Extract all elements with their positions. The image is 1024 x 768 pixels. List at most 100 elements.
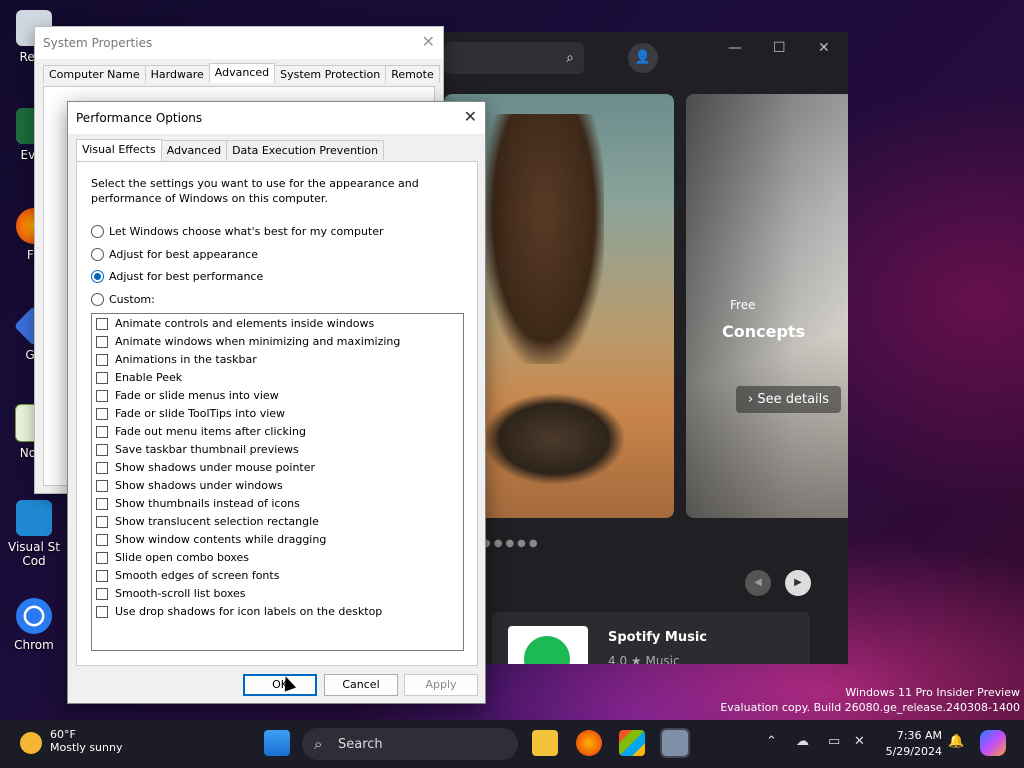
notification-bell-icon[interactable]: 🔔: [948, 734, 964, 749]
checkbox[interactable]: [96, 389, 108, 402]
effect-item[interactable]: Save taskbar thumbnail previews: [96, 443, 299, 456]
effect-item[interactable]: Show translucent selection rectangle: [96, 515, 319, 528]
hero-banner-concepts[interactable]: Free Concepts › See details: [686, 94, 848, 518]
checkbox[interactable]: [96, 479, 108, 492]
watermark-line: Windows 11 Pro Insider Preview: [845, 686, 1020, 699]
firefox-icon[interactable]: [576, 730, 602, 756]
desktop-icon-chrome[interactable]: Chrom: [4, 598, 64, 652]
spotify-logo-icon: [508, 626, 588, 664]
weather-temp: 60°F: [50, 728, 76, 741]
radio-button[interactable]: [91, 225, 104, 238]
checkbox[interactable]: [96, 497, 108, 510]
effect-label: Fade or slide menus into view: [115, 389, 279, 402]
radio-button[interactable]: [91, 248, 104, 261]
effect-item[interactable]: Smooth-scroll list boxes: [96, 587, 246, 600]
hero-title: Concepts: [722, 322, 806, 341]
checkbox[interactable]: [96, 353, 108, 366]
checkbox[interactable]: [96, 407, 108, 420]
effect-item[interactable]: Fade out menu items after clicking: [96, 425, 306, 438]
effect-item[interactable]: Show shadows under mouse pointer: [96, 461, 315, 474]
minimize-icon[interactable]: —: [728, 40, 742, 56]
maximize-icon[interactable]: ☐: [773, 40, 786, 56]
desktop-icon-vscode[interactable]: Visual St Cod: [4, 500, 64, 568]
checkbox[interactable]: [96, 371, 108, 384]
tab-system-protection[interactable]: System Protection: [274, 65, 387, 83]
see-details-button[interactable]: › See details: [736, 386, 842, 413]
effect-item[interactable]: Show window contents while dragging: [96, 533, 326, 546]
radio-button[interactable]: [91, 293, 104, 306]
cancel-button[interactable]: Cancel: [324, 674, 398, 696]
tab-remote[interactable]: Remote: [385, 65, 440, 83]
taskbar-clock[interactable]: 7:36 AM 5/29/2024: [880, 728, 942, 760]
apply-button[interactable]: Apply: [404, 674, 478, 696]
effect-item[interactable]: Fade or slide ToolTips into view: [96, 407, 285, 420]
effect-item[interactable]: Slide open combo boxes: [96, 551, 249, 564]
radio-best-appearance[interactable]: Adjust for best appearance: [91, 248, 258, 261]
clock-date: 5/29/2024: [885, 745, 942, 758]
effect-item[interactable]: Use drop shadows for icon labels on the …: [96, 605, 382, 618]
effect-label: Enable Peek: [115, 371, 183, 384]
chevron-up-icon[interactable]: ⌃: [766, 734, 777, 749]
sun-icon: [20, 732, 42, 754]
carousel-dots[interactable]: ●●●●●: [482, 538, 541, 549]
checkbox[interactable]: [96, 335, 108, 348]
carousel-next-button[interactable]: ▶: [785, 570, 811, 596]
tab-visual-effects[interactable]: Visual Effects: [76, 139, 162, 161]
volume-muted-icon[interactable]: ✕: [854, 734, 865, 749]
tab-data-execution-prevention[interactable]: Data Execution Prevention: [226, 140, 385, 160]
display-icon[interactable]: ▭: [828, 734, 840, 749]
close-icon[interactable]: ✕: [818, 40, 830, 56]
file-explorer-icon[interactable]: [532, 730, 558, 756]
tab-advanced[interactable]: Advanced: [208, 63, 276, 83]
effect-label: Use drop shadows for icon labels on the …: [115, 605, 383, 618]
checkbox[interactable]: [96, 515, 108, 528]
title-bar[interactable]: Performance Options ✕: [68, 102, 485, 134]
window-title: System Properties: [43, 36, 153, 50]
taskbar-search-box[interactable]: ⌕ Search: [302, 728, 518, 760]
checkbox[interactable]: [96, 569, 108, 582]
checkbox[interactable]: [96, 587, 108, 600]
app-card-spotify[interactable]: Spotify Music 4.0 ★ Music: [492, 612, 810, 664]
store-search-box[interactable]: ⌕: [444, 42, 584, 74]
checkbox[interactable]: [96, 317, 108, 330]
close-icon[interactable]: ✕: [464, 107, 477, 126]
effect-item[interactable]: Animations in the taskbar: [96, 353, 257, 366]
close-icon[interactable]: ✕: [422, 32, 435, 51]
weather-desc: Mostly sunny: [50, 741, 123, 754]
effect-item[interactable]: Smooth edges of screen fonts: [96, 569, 279, 582]
effect-item[interactable]: Show thumbnails instead of icons: [96, 497, 300, 510]
radio-best-performance[interactable]: Adjust for best performance: [91, 270, 263, 283]
carousel-prev-button[interactable]: ◀: [745, 570, 771, 596]
effect-label: Show translucent selection rectangle: [115, 515, 319, 528]
radio-label: Custom:: [109, 293, 155, 306]
radio-button-selected[interactable]: [91, 270, 104, 283]
copilot-icon[interactable]: [980, 730, 1006, 756]
system-properties-taskbar-icon[interactable]: [660, 728, 690, 758]
checkbox[interactable]: [96, 461, 108, 474]
account-avatar-icon[interactable]: 👤: [628, 43, 658, 73]
hero-character-art: [484, 114, 604, 364]
visual-effects-list[interactable]: Animate controls and elements inside win…: [91, 313, 464, 651]
effect-item[interactable]: Enable Peek: [96, 371, 182, 384]
effect-label: Show shadows under windows: [115, 479, 283, 492]
checkbox[interactable]: [96, 443, 108, 456]
effect-item[interactable]: Animate windows when minimizing and maxi…: [96, 335, 400, 348]
checkbox[interactable]: [96, 605, 108, 618]
effect-item[interactable]: Show shadows under windows: [96, 479, 283, 492]
effect-item[interactable]: Animate controls and elements inside win…: [96, 317, 374, 330]
checkbox[interactable]: [96, 425, 108, 438]
tab-hardware[interactable]: Hardware: [144, 65, 210, 83]
clock-time: 7:36 AM: [896, 729, 942, 742]
checkbox[interactable]: [96, 551, 108, 564]
weather-widget[interactable]: 60°F Mostly sunny: [20, 728, 122, 754]
radio-custom[interactable]: Custom:: [91, 293, 155, 306]
checkbox[interactable]: [96, 533, 108, 546]
network-offline-icon[interactable]: ☁: [796, 734, 809, 749]
microsoft-store-icon[interactable]: [619, 730, 645, 756]
see-details-label: See details: [757, 392, 830, 407]
effect-item[interactable]: Fade or slide menus into view: [96, 389, 279, 402]
tab-advanced[interactable]: Advanced: [160, 140, 228, 160]
start-windows-icon[interactable]: [264, 730, 290, 756]
radio-let-windows-choose[interactable]: Let Windows choose what's best for my co…: [91, 225, 384, 238]
tab-computer-name[interactable]: Computer Name: [43, 65, 146, 83]
